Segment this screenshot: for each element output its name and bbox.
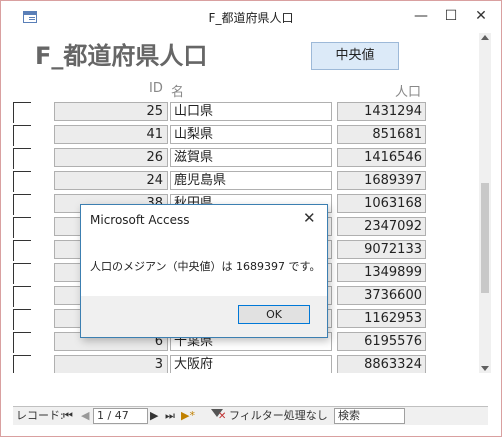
name-field[interactable]: 山梨県 bbox=[170, 125, 332, 144]
population-field[interactable]: 9072133 bbox=[337, 240, 426, 259]
dialog-title: Microsoft Access bbox=[90, 213, 190, 227]
form-heading: F_都道府県人口 bbox=[35, 42, 208, 70]
minimize-button[interactable]: — bbox=[406, 5, 436, 27]
record-position-input[interactable]: 1 / 47 bbox=[93, 408, 148, 424]
message-dialog: Microsoft Access ✕ 人口のメジアン（中央値）は 1689397… bbox=[80, 204, 328, 338]
population-field[interactable]: 1431294 bbox=[337, 102, 426, 121]
scroll-down-icon[interactable] bbox=[481, 366, 489, 371]
dialog-close-icon[interactable]: ✕ bbox=[303, 209, 316, 227]
close-button[interactable]: ✕ bbox=[466, 5, 496, 27]
population-field[interactable]: 8863324 bbox=[337, 355, 426, 373]
dialog-content: Microsoft Access ✕ 人口のメジアン（中央値）は 1689397… bbox=[81, 205, 327, 296]
first-record-icon[interactable]: ⏮ bbox=[63, 409, 73, 423]
table-row: 24 鹿児島県 1689397 bbox=[13, 170, 488, 192]
name-field[interactable]: 鹿児島県 bbox=[170, 171, 332, 190]
id-field[interactable]: 25 bbox=[54, 102, 168, 121]
last-record-icon[interactable]: ⏭ bbox=[165, 409, 175, 423]
population-field[interactable]: 1349899 bbox=[337, 263, 426, 282]
table-row: 3 大阪府 8863324 bbox=[13, 354, 488, 373]
new-record-icon[interactable]: ▶* bbox=[181, 409, 195, 423]
maximize-button[interactable]: ☐ bbox=[436, 5, 466, 27]
ok-button[interactable]: OK bbox=[238, 305, 310, 324]
access-window: F_都道府県人口 — ☐ ✕ F_都道府県人口 中央値 ID 名 人口 25 山… bbox=[0, 0, 502, 437]
filter-status[interactable]: フィルター処理なし bbox=[229, 409, 328, 423]
name-field[interactable]: 滋賀県 bbox=[170, 148, 332, 167]
record-selector[interactable] bbox=[13, 102, 31, 123]
id-field[interactable]: 41 bbox=[54, 125, 168, 144]
median-button[interactable]: 中央値 bbox=[311, 42, 399, 70]
name-field[interactable]: 大阪府 bbox=[170, 355, 332, 373]
population-field[interactable]: 851681 bbox=[337, 125, 426, 144]
record-selector[interactable] bbox=[13, 171, 31, 192]
population-field[interactable]: 6195576 bbox=[337, 332, 426, 351]
table-row: 26 滋賀県 1416546 bbox=[13, 147, 488, 169]
population-field[interactable]: 1689397 bbox=[337, 171, 426, 190]
population-field[interactable]: 1162953 bbox=[337, 309, 426, 328]
vertical-scrollbar[interactable] bbox=[479, 33, 491, 373]
column-header-population: 人口 bbox=[395, 85, 422, 100]
table-row: 25 山口県 1431294 bbox=[13, 101, 488, 123]
population-field[interactable]: 2347092 bbox=[337, 217, 426, 236]
scroll-thumb[interactable] bbox=[481, 183, 489, 293]
record-label: レコード: bbox=[16, 409, 64, 422]
record-selector[interactable] bbox=[13, 194, 31, 215]
column-header-id: ID bbox=[149, 81, 163, 96]
population-field[interactable]: 3736600 bbox=[337, 286, 426, 305]
record-selector[interactable] bbox=[13, 217, 31, 238]
next-record-icon[interactable]: ▶ bbox=[150, 409, 158, 423]
record-selector[interactable] bbox=[13, 240, 31, 261]
title-bar: F_都道府県人口 — ☐ ✕ bbox=[1, 1, 501, 33]
population-field[interactable]: 1416546 bbox=[337, 148, 426, 167]
record-selector[interactable] bbox=[13, 309, 31, 330]
column-header-name: 名 bbox=[171, 85, 185, 100]
id-field[interactable]: 26 bbox=[54, 148, 168, 167]
record-navigation-bar: レコード: ⏮ ◀ 1 / 47 ▶ ⏭ ▶* ✕ フィルター処理なし 検索 bbox=[13, 406, 488, 425]
dialog-message: 人口のメジアン（中央値）は 1689397 です。 bbox=[90, 260, 321, 273]
previous-record-icon[interactable]: ◀ bbox=[81, 409, 89, 423]
name-field[interactable]: 山口県 bbox=[170, 102, 332, 121]
id-field[interactable]: 24 bbox=[54, 171, 168, 190]
record-selector[interactable] bbox=[13, 125, 31, 146]
id-field[interactable]: 3 bbox=[54, 355, 168, 373]
table-row: 41 山梨県 851681 bbox=[13, 124, 488, 146]
filter-off-icon: ✕ bbox=[218, 411, 227, 422]
record-selector[interactable] bbox=[13, 332, 31, 353]
record-selector[interactable] bbox=[13, 286, 31, 307]
record-selector[interactable] bbox=[13, 355, 31, 373]
population-field[interactable]: 1063168 bbox=[337, 194, 426, 213]
scroll-up-icon[interactable] bbox=[481, 35, 489, 40]
record-selector[interactable] bbox=[13, 148, 31, 169]
record-selector[interactable] bbox=[13, 263, 31, 284]
search-input[interactable]: 検索 bbox=[334, 408, 405, 424]
